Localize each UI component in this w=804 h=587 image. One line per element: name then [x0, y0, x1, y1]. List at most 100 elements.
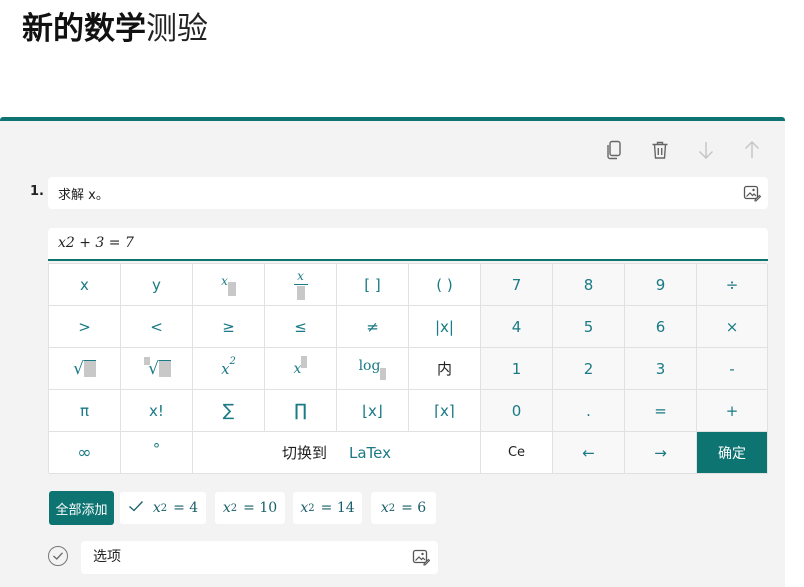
key-label: 8: [583, 275, 594, 294]
confirm-button[interactable]: 确定: [697, 432, 768, 474]
key-log[interactable]: log: [337, 348, 409, 390]
key-1[interactable]: 1: [481, 348, 553, 390]
key-label: 6: [655, 317, 666, 336]
key-label: 9: [655, 275, 666, 294]
key-label: 1: [511, 359, 522, 378]
key-label: 0: [511, 401, 522, 420]
answer-chip[interactable]: x 2 = 6: [371, 492, 436, 524]
move-up-icon[interactable]: [740, 138, 764, 162]
key-inner[interactable]: 内: [409, 348, 481, 390]
key-clear-entry[interactable]: Ce: [481, 432, 553, 474]
key-greater-equal[interactable]: ≥: [193, 306, 265, 348]
key-brackets[interactable]: [ ]: [337, 264, 409, 306]
key-absolute[interactable]: |x|: [409, 306, 481, 348]
key-pi[interactable]: π: [49, 390, 121, 432]
question-text: 求解 x。: [58, 188, 109, 203]
key-label: -: [729, 359, 735, 378]
key-parens[interactable]: ( ): [409, 264, 481, 306]
switch-to-latex-button[interactable]: 切换到 LaTex: [193, 432, 481, 474]
key-label: |x|: [435, 317, 454, 336]
key-label: Ce: [507, 445, 526, 460]
key-label: >: [78, 317, 91, 336]
chip-variable: x: [300, 500, 309, 516]
key-subscript[interactable]: x: [193, 264, 265, 306]
key-4[interactable]: 4: [481, 306, 553, 348]
key-label: 4: [511, 317, 522, 336]
add-all-button[interactable]: 全部添加: [49, 491, 114, 525]
chip-subscript: 2: [308, 502, 315, 514]
insert-image-icon[interactable]: [411, 547, 431, 567]
placeholder-box: [227, 281, 236, 296]
key-equals[interactable]: =: [625, 390, 697, 432]
key-9[interactable]: 9: [625, 264, 697, 306]
key-ceiling[interactable]: ⌈x⌉: [409, 390, 481, 432]
key-floor[interactable]: ⌊x⌋: [337, 390, 409, 432]
key-y[interactable]: y: [121, 264, 193, 306]
key-label: log: [358, 357, 381, 374]
key-greater-than[interactable]: >: [49, 306, 121, 348]
key-x[interactable]: x: [49, 264, 121, 306]
key-minus[interactable]: -: [697, 348, 768, 390]
key-sum[interactable]: ∑: [193, 390, 265, 432]
correct-answer-toggle[interactable]: [48, 546, 68, 566]
key-label: ≤: [294, 317, 307, 336]
placeholder-box: [158, 360, 171, 377]
answer-chip[interactable]: x 2 = 4: [120, 492, 206, 524]
copy-icon[interactable]: [602, 138, 626, 162]
key-divide[interactable]: ÷: [697, 264, 768, 306]
key-fraction[interactable]: x: [265, 264, 337, 306]
key-nth-root[interactable]: √: [121, 348, 193, 390]
title-normal: 测验: [146, 11, 208, 47]
key-label: ←: [582, 443, 595, 462]
placeholder-box: [83, 360, 96, 377]
answer-chip[interactable]: x 2 = 10: [215, 492, 285, 524]
key-left-arrow[interactable]: ←: [553, 432, 625, 474]
move-down-icon[interactable]: [694, 138, 718, 162]
delete-icon[interactable]: [648, 138, 672, 162]
key-infinity[interactable]: ∞: [49, 432, 121, 474]
key-square-root[interactable]: √: [49, 348, 121, 390]
key-decimal[interactable]: .: [553, 390, 625, 432]
key-3[interactable]: 3: [625, 348, 697, 390]
key-less-than[interactable]: <: [121, 306, 193, 348]
placeholder-box: [144, 356, 151, 365]
key-plus[interactable]: +: [697, 390, 768, 432]
question-input[interactable]: 求解 x。: [48, 177, 768, 209]
check-icon: [53, 552, 63, 560]
equation-input[interactable]: x2 + 3 = 7: [48, 228, 768, 261]
key-2[interactable]: 2: [553, 348, 625, 390]
chip-subscript: 2: [160, 502, 168, 514]
key-square[interactable]: x2: [193, 348, 265, 390]
title-bold: 新的数学: [22, 11, 146, 47]
key-less-equal[interactable]: ≤: [265, 306, 337, 348]
insert-image-icon[interactable]: [742, 183, 762, 203]
key-right-arrow[interactable]: →: [625, 432, 697, 474]
key-power[interactable]: x: [265, 348, 337, 390]
key-5[interactable]: 5: [553, 306, 625, 348]
key-label: ≥: [222, 317, 235, 336]
key-label: ⌊x⌋: [362, 401, 383, 420]
page-title: 新的数学测验: [22, 8, 208, 50]
switch-target: LaTex: [349, 443, 392, 462]
key-multiply[interactable]: ×: [697, 306, 768, 348]
switch-label: 切换到: [281, 444, 327, 462]
key-not-equal[interactable]: ≠: [337, 306, 409, 348]
key-degree[interactable]: °: [121, 432, 193, 474]
key-product[interactable]: ∏: [265, 390, 337, 432]
key-0[interactable]: 0: [481, 390, 553, 432]
key-7[interactable]: 7: [481, 264, 553, 306]
chip-value: = 6: [401, 500, 427, 516]
key-8[interactable]: 8: [553, 264, 625, 306]
key-6[interactable]: 6: [625, 306, 697, 348]
equation-text: x2 + 3 = 7: [58, 235, 134, 251]
key-label: →: [654, 443, 667, 462]
chip-value: = 4: [173, 500, 199, 516]
key-label: 7: [511, 275, 522, 294]
option-input[interactable]: 选项: [81, 541, 438, 574]
check-icon: [128, 500, 144, 516]
key-label: .: [586, 401, 591, 420]
chip-variable: x: [380, 500, 389, 516]
key-factorial[interactable]: x!: [121, 390, 193, 432]
answer-chip[interactable]: x 2 = 14: [293, 492, 362, 524]
key-label: °: [152, 439, 161, 458]
